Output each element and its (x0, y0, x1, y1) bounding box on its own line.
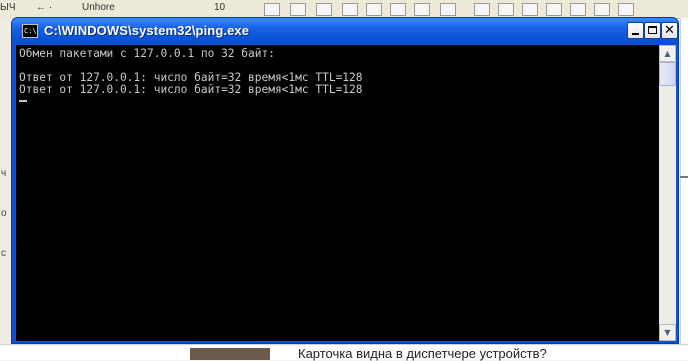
numbering-button[interactable] (474, 3, 490, 16)
toolbar-fragment: ЫЧ (0, 2, 16, 13)
outdent-button[interactable] (546, 3, 562, 16)
maximize-button[interactable] (644, 22, 661, 39)
background-divider (680, 176, 688, 178)
console-app-icon[interactable]: C:\ (22, 24, 38, 38)
minimize-icon (632, 33, 639, 35)
console-output[interactable]: Обмен пакетами с 127.0.0.1 по 32 байт: О… (16, 45, 659, 341)
console-line: Ответ от 127.0.0.1: число байт=32 время<… (19, 83, 363, 96)
align-left-button[interactable] (342, 3, 358, 16)
vertical-scrollbar[interactable]: ▲ ▼ (659, 45, 676, 341)
minimize-button[interactable] (627, 22, 644, 39)
scroll-thumb[interactable] (659, 62, 676, 86)
indent-button[interactable] (522, 3, 538, 16)
background-right-edge (680, 18, 688, 359)
toolbar-button[interactable] (440, 3, 456, 16)
window-title: C:\WINDOWS\system32\ping.exe (44, 23, 250, 38)
close-icon: ✕ (664, 23, 675, 38)
console-line: Обмен пакетами с 127.0.0.1 по 32 байт: (19, 47, 275, 60)
left-fragment: ч (1, 168, 7, 179)
scroll-down-button[interactable]: ▼ (659, 324, 676, 341)
highlight-button[interactable] (594, 3, 610, 16)
justify-button[interactable] (414, 3, 430, 16)
toolbar-button[interactable] (290, 3, 306, 16)
title-bar[interactable]: C:\ C:\WINDOWS\system32\ping.exe ✕ (12, 18, 678, 45)
toolbar-button[interactable] (316, 3, 332, 16)
toolbar-fragment: 10 (214, 2, 226, 13)
left-fragment: с (1, 248, 6, 259)
toolbar-fragment: ← · (36, 2, 53, 13)
document-image (190, 348, 270, 360)
arrow-up-icon: ▲ (664, 49, 671, 58)
align-center-button[interactable] (366, 3, 382, 16)
bullets-button[interactable] (498, 3, 514, 16)
border-button[interactable] (570, 3, 586, 16)
close-button[interactable]: ✕ (661, 22, 678, 39)
toolbar-button[interactable] (264, 3, 280, 16)
maximize-icon (648, 26, 657, 34)
left-fragment: о (1, 208, 7, 219)
text-cursor (19, 100, 27, 102)
background-document: Карточка видна в диспетчере устройств? (0, 344, 688, 361)
toolbar-fragment: Unhore (82, 2, 115, 13)
align-right-button[interactable] (390, 3, 406, 16)
scroll-up-button[interactable]: ▲ (659, 45, 676, 62)
arrow-down-icon: ▼ (664, 328, 671, 337)
font-color-button[interactable] (618, 3, 634, 16)
console-window: C:\ C:\WINDOWS\system32\ping.exe ✕ Обмен… (11, 17, 679, 344)
